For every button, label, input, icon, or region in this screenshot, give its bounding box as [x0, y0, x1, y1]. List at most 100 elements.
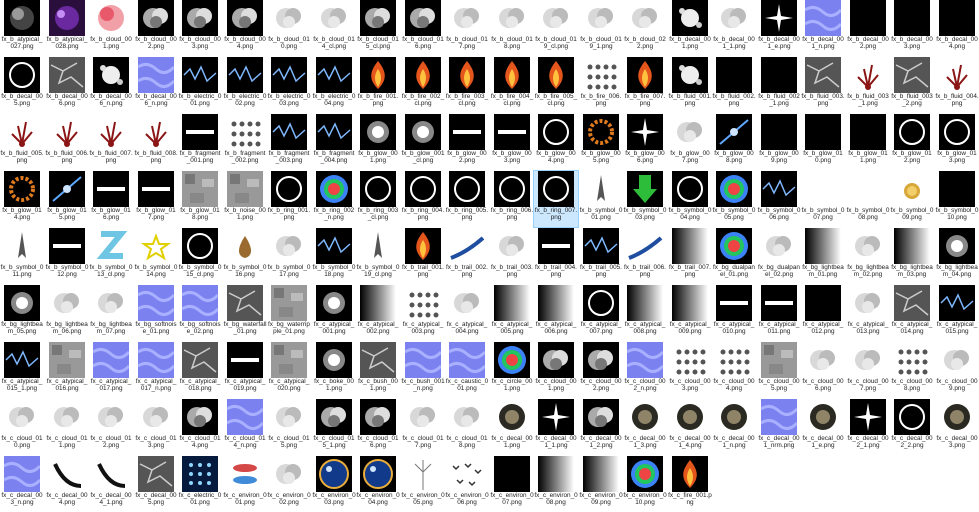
file-item[interactable]: fx_c_decal_001_3.png	[623, 399, 667, 455]
file-item[interactable]: fx_b_fluid_003.png	[801, 57, 845, 113]
file-item[interactable]: fx_bg_lightbeam_03.png	[890, 228, 934, 284]
file-item[interactable]: fx_c_cloud_016.png	[356, 399, 400, 455]
file-item[interactable]: fx_b_symbol_008.png	[846, 171, 890, 227]
file-item[interactable]: fx_b_glow_017.png	[134, 171, 178, 227]
file-item[interactable]: fx_c_decal_002_1.png	[846, 399, 890, 455]
file-item[interactable]: fx_b_noise_001.png	[223, 171, 267, 227]
file-item[interactable]: fx_b_cloud_003.png	[178, 0, 222, 56]
file-item[interactable]: fx_bg_softnoise_01.png	[134, 285, 178, 341]
file-item[interactable]: fx_b_trail_001.png	[401, 228, 445, 284]
file-item[interactable]: fx_c_cloud_007.png	[846, 342, 890, 398]
file-item[interactable]: fx_bg_lightbeam_01.png	[801, 228, 845, 284]
file-item[interactable]: fx_c_environ_004.png	[356, 456, 400, 512]
file-item[interactable]: fx_b_cloud_017.png	[445, 0, 489, 56]
file-item[interactable]: fx_b_symbol_005.png	[712, 171, 756, 227]
file-item[interactable]: fx_b_fluid_007.png	[89, 114, 133, 170]
file-item[interactable]: fx_b_glow_014.png	[0, 171, 44, 227]
file-item[interactable]: fx_bg_lightbeam_06.png	[45, 285, 89, 341]
file-item[interactable]: fx_b_decal_003.png	[890, 0, 934, 56]
file-item[interactable]: fx_b_fire_005_cl.png	[534, 57, 578, 113]
file-item[interactable]: fx_b_glow_008.png	[712, 114, 756, 170]
file-item[interactable]: fx_b_glow_006.png	[623, 114, 667, 170]
file-item[interactable]: fx_c_fire_001.png	[668, 456, 712, 512]
file-item[interactable]: fx_bg_dualpanel_02.png	[757, 228, 801, 284]
file-item[interactable]: fx_b_cloud_018.png	[490, 0, 534, 56]
file-item[interactable]: fx_b_symbol_007.png	[801, 171, 845, 227]
file-item[interactable]: fx_c_decal_004_1.png	[89, 456, 133, 512]
file-item[interactable]: fx_c_environ_005.png	[401, 456, 445, 512]
file-item[interactable]: fx_b_fire_004_cl.png	[490, 57, 534, 113]
file-item[interactable]: fx_c_decal_001_e.png	[801, 399, 845, 455]
file-item[interactable]: fx_b_glow_010.png	[801, 114, 845, 170]
file-item[interactable]: fx_b_symbol_001.png	[579, 171, 623, 227]
file-item[interactable]: fx_c_atypical_008.png	[623, 285, 667, 341]
file-item[interactable]: fx_b_ring_004.png	[401, 171, 445, 227]
file-item[interactable]: fx_c_atypical_013.png	[846, 285, 890, 341]
file-item[interactable]: fx_c_atypical_015_1.png	[0, 342, 44, 398]
file-item[interactable]: fx_c_cloud_015_1.png	[312, 399, 356, 455]
file-item[interactable]: fx_b_trail_007.png	[668, 228, 712, 284]
file-item[interactable]: fx_b_fragment_003.png	[267, 114, 311, 170]
file-item[interactable]: fx_b_glow_001_cl.png	[401, 114, 445, 170]
file-item[interactable]: fx_b_glow_012.png	[890, 114, 934, 170]
file-item[interactable]: fx_c_environ_002.png	[267, 456, 311, 512]
file-item[interactable]: fx_b_electric_002.png	[223, 57, 267, 113]
file-item[interactable]: fx_c_cloud_009.png	[935, 342, 979, 398]
file-item[interactable]: fx_b_electric_001.png	[178, 57, 222, 113]
file-item[interactable]: fx_b_glow_005.png	[579, 114, 623, 170]
file-item[interactable]: fx_b_decal_001_n.png	[801, 0, 845, 56]
file-item[interactable]: fx_b_fluid_002_1.png	[757, 57, 801, 113]
file-item[interactable]: fx_b_symbol_019_cl.png	[356, 228, 400, 284]
file-item[interactable]: fx_c_environ_008.png	[534, 456, 578, 512]
file-item[interactable]: fx_c_electric_001.png	[178, 456, 222, 512]
file-item[interactable]: fx_c_decal_001_nrm.png	[757, 399, 801, 455]
file-item[interactable]: fx_b_trail_006.png	[623, 228, 667, 284]
file-item[interactable]: fx_b_trail_005.png	[579, 228, 623, 284]
file-item[interactable]: fx_b_glow_011.png	[846, 114, 890, 170]
file-item[interactable]: fx_b_glow_004.png	[534, 114, 578, 170]
file-item[interactable]: fx_b_fluid_003_1.png	[846, 57, 890, 113]
file-item[interactable]: fx_c_circle_001.png	[490, 342, 534, 398]
file-item[interactable]: fx_c_decal_001_1.png	[534, 399, 578, 455]
file-item[interactable]: fx_c_decal_005.png	[134, 456, 178, 512]
file-item[interactable]: fx_bg_softnoise_02.png	[178, 285, 222, 341]
file-item[interactable]: fx_b_fire_001.png	[356, 57, 400, 113]
file-item[interactable]: fx_c_bush_001.png	[356, 342, 400, 398]
file-item[interactable]: fx_c_atypical_010.png	[712, 285, 756, 341]
file-item[interactable]: fx_b_symbol_010.png	[935, 171, 979, 227]
file-item[interactable]: fx_c_atypical_003.png	[401, 285, 445, 341]
file-item[interactable]: fx_b_glow_007.png	[668, 114, 712, 170]
file-item[interactable]: fx_bg_dualpanel_01.png	[712, 228, 756, 284]
file-item[interactable]: fx_c_atypical_016.png	[45, 342, 89, 398]
file-item[interactable]: fx_bg_waterfall_01.png	[223, 285, 267, 341]
file-item[interactable]: fx_c_atypical_020.png	[267, 342, 311, 398]
file-item[interactable]: fx_c_environ_001.png	[223, 456, 267, 512]
file-item[interactable]: fx_c_cloud_014_n.png	[223, 399, 267, 455]
file-item[interactable]: fx_c_cloud_015.png	[267, 399, 311, 455]
file-item[interactable]: fx_c_atypical_018.png	[178, 342, 222, 398]
file-item[interactable]: fx_b_glow_016.png	[89, 171, 133, 227]
file-item[interactable]: fx_b_fire_003_cl.png	[445, 57, 489, 113]
file-item[interactable]: fx_b_glow_015.png	[45, 171, 89, 227]
file-item[interactable]: fx_c_cloud_004.png	[712, 342, 756, 398]
file-item[interactable]: fx_b_fluid_006.png	[45, 114, 89, 170]
file-item[interactable]: fx_b_symbol_017.png	[267, 228, 311, 284]
file-item[interactable]: fx_b_decal_006_n.png	[134, 57, 178, 113]
file-item[interactable]: fx_b_symbol_003.png	[623, 171, 667, 227]
file-item[interactable]: fx_b_ring_001.png	[267, 171, 311, 227]
file-item[interactable]: fx_b_fragment_002.png	[223, 114, 267, 170]
file-item[interactable]: fx_b_fire_002_cl.png	[401, 57, 445, 113]
file-item[interactable]: fx_c_cloud_017.png	[401, 399, 445, 455]
file-item[interactable]: fx_b_cloud_002.png	[134, 0, 178, 56]
file-item[interactable]: fx_b_cloud_019_1.png	[579, 0, 623, 56]
file-item[interactable]: fx_b_decal_001.png	[668, 0, 712, 56]
file-item[interactable]: fx_b_symbol_014.png	[134, 228, 178, 284]
file-item[interactable]: fx_b_decal_005.png	[0, 57, 44, 113]
file-item[interactable]: fx_b_decal_001_1.png	[712, 0, 756, 56]
file-item[interactable]: fx_b_fire_006.png	[579, 57, 623, 113]
file-item[interactable]: fx_b_glow_003.png	[490, 114, 534, 170]
file-item[interactable]: fx_b_decal_006_n.png	[89, 57, 133, 113]
file-item[interactable]: fx_b_decal_004.png	[935, 0, 979, 56]
file-item[interactable]: fx_bg_lightbeam_05.png	[0, 285, 44, 341]
file-item[interactable]: fx_c_cloud_012.png	[89, 399, 133, 455]
